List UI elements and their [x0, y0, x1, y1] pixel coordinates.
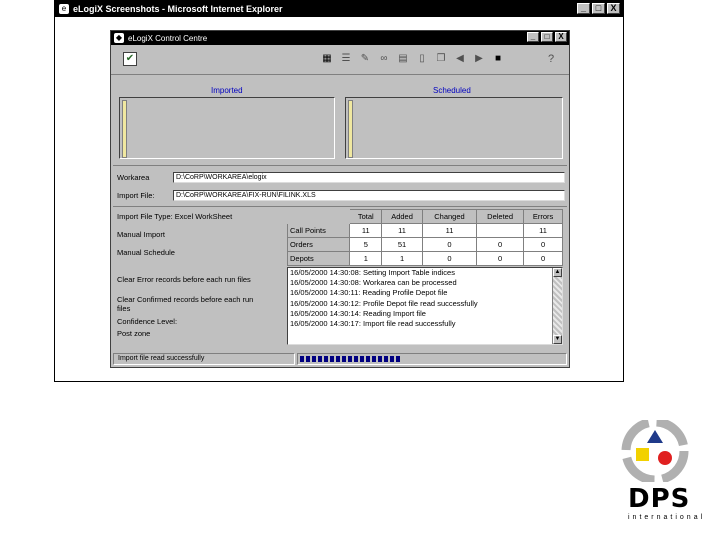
clear-confirmed-option-cont: files — [117, 304, 131, 313]
column-header: Deleted — [476, 209, 525, 224]
column-header: Errors — [523, 209, 563, 224]
app-window-controls: _ □ X — [527, 32, 567, 42]
checklist-icon[interactable]: ✔ — [123, 52, 137, 66]
column-header: Added — [381, 209, 423, 224]
ie-logo-icon: e — [59, 4, 69, 14]
clear-errors-option[interactable]: Clear Error records before each run file… — [117, 275, 251, 284]
divider — [113, 165, 567, 166]
app-minimize-button[interactable]: _ — [527, 32, 539, 42]
table-cell: 11 — [349, 223, 383, 238]
maximize-button[interactable]: □ — [592, 3, 605, 14]
column-header: Total — [349, 209, 383, 224]
import-file-label: Import File: — [117, 191, 155, 200]
manual-import-option[interactable]: Manual Import — [117, 230, 165, 239]
log-line: 16/05/2000 14:30:17: Import file read su… — [290, 319, 456, 329]
imported-label: Imported — [211, 86, 243, 95]
workarea-input[interactable]: D:\CoRP\WORKAREA\elogix — [173, 172, 565, 183]
status-bar: Import file read successfully — [113, 353, 567, 366]
app-close-button[interactable]: X — [555, 32, 567, 42]
scroll-up-icon[interactable]: ▲ — [553, 268, 562, 277]
table-cell: 0 — [476, 251, 525, 266]
table-row: Call Points 11 11 11 11 — [286, 223, 563, 238]
toolbar: ✔ ▦ ☰ ✎ ∞ ▤ ▯ ❐ ◀ ▶ ■ ? — [111, 45, 569, 75]
table-cell: 51 — [381, 237, 423, 252]
page-icon[interactable]: ▤ — [395, 51, 411, 67]
import-file-input[interactable]: D:\CoRP\WORKAREA\FIX-RUN\FILINK.XLS — [173, 190, 565, 201]
app-maximize-button[interactable]: □ — [541, 32, 553, 42]
table-cell: 11 — [421, 223, 478, 238]
table-cell: 0 — [476, 237, 525, 252]
table-cell: 5 — [349, 237, 383, 252]
row-header: Call Points — [286, 223, 351, 238]
doc-icon[interactable]: ▯ — [414, 51, 430, 67]
status-text: Import file read successfully — [113, 353, 295, 365]
log-line: 16/05/2000 14:30:14: Reading Import file — [290, 308, 426, 318]
scroll-down-icon[interactable]: ▼ — [553, 335, 562, 344]
toolbar-icons: ▦ ☰ ✎ ∞ ▤ ▯ ❐ ◀ ▶ ■ — [319, 51, 506, 67]
table-cell: 0 — [421, 237, 478, 252]
app-logo-icon: ◆ — [114, 33, 124, 43]
browser-titlebar[interactable]: e eLogiX Screenshots - Microsoft Interne… — [55, 1, 623, 17]
app-titlebar[interactable]: ◆ eLogiX Control Centre _ □ X — [111, 31, 569, 45]
minimize-button[interactable]: _ — [577, 3, 590, 14]
logo-word: DPS — [628, 484, 691, 514]
confidence-level-label: Confidence Level: — [117, 317, 178, 326]
table-corner — [286, 209, 351, 224]
scheduled-label: Scheduled — [433, 86, 471, 95]
browser-window-controls: _ □ X — [577, 3, 620, 14]
app-window: ◆ eLogiX Control Centre _ □ X ✔ ▦ ☰ ✎ ∞ … — [110, 30, 570, 368]
stop-icon[interactable]: ■ — [490, 51, 506, 67]
clear-confirmed-option[interactable]: Clear Confirmed records before each run — [117, 295, 253, 304]
progress-bar — [297, 353, 567, 365]
log-line: 16/05/2000 14:30:12: Profile Depot file … — [290, 298, 478, 308]
table-cell: 0 — [421, 251, 478, 266]
browser-title: eLogiX Screenshots - Microsoft Internet … — [73, 4, 283, 14]
back-icon[interactable]: ◀ — [452, 51, 468, 67]
table-row: Orders 5 51 0 0 0 — [286, 237, 563, 252]
table-cell — [476, 223, 525, 238]
log-line: 16/05/2000 14:30:08: Setting Import Tabl… — [290, 268, 455, 277]
logo-circle — [658, 451, 672, 465]
post-zone-label: Post zone — [117, 329, 151, 338]
copy-icon[interactable]: ❐ — [433, 51, 449, 67]
list-icon[interactable]: ☰ — [338, 51, 354, 67]
pencil-icon[interactable]: ✎ — [357, 51, 373, 67]
progress-fill — [300, 356, 402, 362]
import-stats-table: Total Added Changed Deleted Errors Call … — [286, 209, 563, 266]
close-button[interactable]: X — [607, 3, 620, 14]
dps-logo: DPS international — [620, 417, 710, 530]
table-cell: 1 — [349, 251, 383, 266]
log-scrollbar[interactable]: ▲ ▼ — [552, 268, 562, 344]
log-list[interactable]: 16/05/2000 14:30:08: Setting Import Tabl… — [287, 267, 563, 345]
logo-square — [636, 448, 649, 461]
table-cell: 11 — [381, 223, 423, 238]
log-line: 16/05/2000 14:30:11: Reading Profile Dep… — [290, 288, 448, 298]
scheduled-panel[interactable] — [345, 97, 563, 159]
row-header: Orders — [286, 237, 351, 252]
row-header: Depots — [286, 251, 351, 266]
table-cell: 1 — [381, 251, 423, 266]
column-header: Changed — [421, 209, 478, 224]
forward-icon[interactable]: ▶ — [471, 51, 487, 67]
workarea-label: Workarea — [117, 173, 150, 182]
logo-triangle — [647, 430, 663, 443]
imported-panel[interactable] — [119, 97, 335, 159]
log-line: 16/05/2000 14:30:08: Workarea can be pro… — [290, 278, 457, 288]
logo-subtitle: international — [628, 514, 706, 521]
dps-logo-mark — [621, 417, 689, 485]
import-file-type-label: Import File Type: Excel WorkSheet — [117, 212, 233, 221]
table-cell: 0 — [523, 237, 563, 252]
divider — [113, 206, 567, 207]
table-row: Depots 1 1 0 0 0 — [286, 251, 563, 266]
manual-schedule-option[interactable]: Manual Schedule — [117, 248, 175, 257]
table-cell: 0 — [523, 251, 563, 266]
help-icon[interactable]: ? — [543, 51, 559, 67]
table-cell: 11 — [523, 223, 563, 238]
grid-icon[interactable]: ▦ — [319, 51, 335, 67]
app-title: eLogiX Control Centre — [128, 33, 208, 43]
link-icon[interactable]: ∞ — [376, 51, 392, 67]
